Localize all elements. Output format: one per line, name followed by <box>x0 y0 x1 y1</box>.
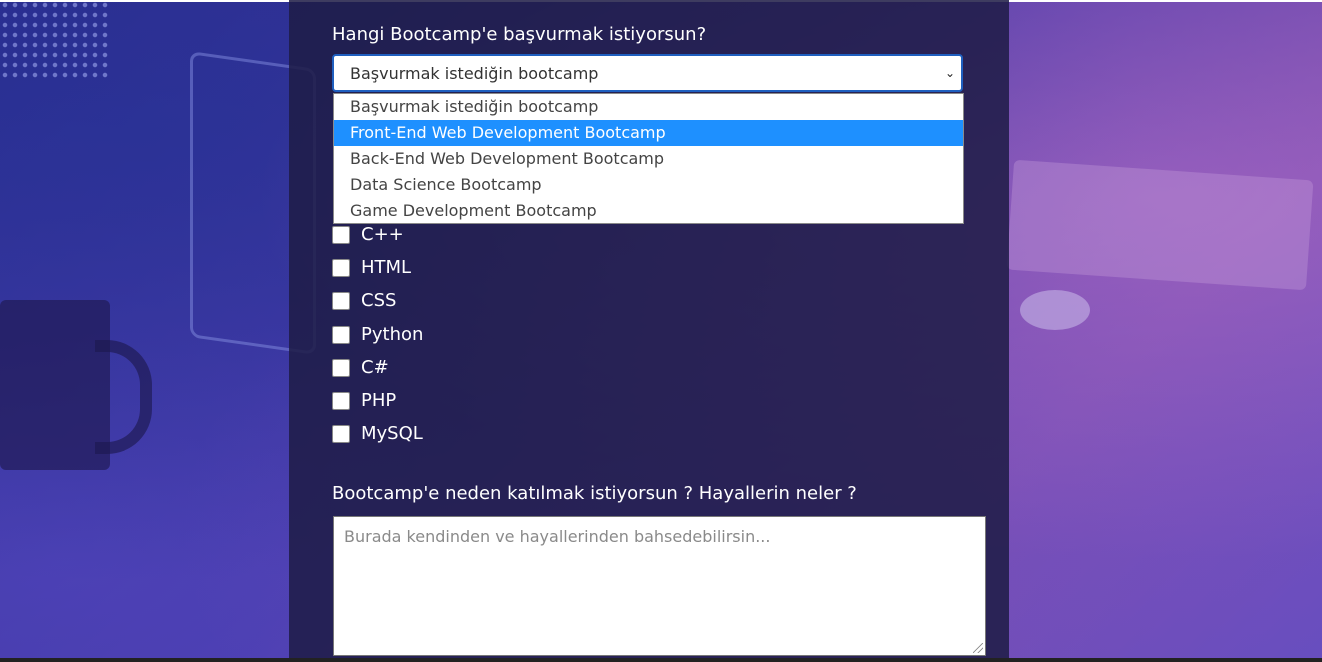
bootcamp-select[interactable]: Başvurmak istediğin bootcamp ⌄ <box>332 54 963 92</box>
checkbox[interactable] <box>332 258 350 277</box>
bootcamp-question-label: Hangi Bootcamp'e başvurmak istiyorsun? <box>332 24 707 45</box>
dropdown-option[interactable]: Başvurmak istediğin bootcamp <box>334 94 963 120</box>
bootcamp-select-value: Başvurmak istediğin bootcamp <box>350 63 599 83</box>
checkbox-label: PHP <box>361 390 397 411</box>
language-checkbox-row[interactable]: Python <box>332 324 423 345</box>
checkbox[interactable] <box>332 291 350 310</box>
checkbox[interactable] <box>332 358 350 377</box>
dropdown-option[interactable]: Data Science Bootcamp <box>334 172 963 198</box>
dropdown-option[interactable]: Back-End Web Development Bootcamp <box>334 146 963 172</box>
language-checkbox-row[interactable]: C++ <box>332 224 404 245</box>
bootcamp-dropdown-list: Başvurmak istediğin bootcamp Front-End W… <box>333 93 964 224</box>
checkbox[interactable] <box>332 424 350 443</box>
language-checkbox-row[interactable]: CSS <box>332 290 396 311</box>
mug-illustration <box>0 300 110 470</box>
checkbox-label: Python <box>361 324 424 345</box>
checkbox[interactable] <box>332 225 350 244</box>
notebook-illustration <box>1006 159 1314 291</box>
bottom-edge <box>0 658 1322 662</box>
checkbox-label: HTML <box>361 257 412 278</box>
why-question-label: Bootcamp'e neden katılmak istiyorsun ? H… <box>332 483 857 504</box>
checkbox[interactable] <box>332 391 350 410</box>
checkbox[interactable] <box>332 325 350 344</box>
why-textarea[interactable]: Burada kendinden ve hayallerinden bahsed… <box>333 516 986 656</box>
language-checkbox-row[interactable]: MySQL <box>332 423 423 444</box>
checkbox-label: C# <box>361 357 389 378</box>
dropdown-option-highlighted[interactable]: Front-End Web Development Bootcamp <box>334 120 963 146</box>
language-checkbox-row[interactable]: PHP <box>332 390 396 411</box>
dropdown-option[interactable]: Game Development Bootcamp <box>334 198 963 224</box>
checkbox-label: CSS <box>361 290 397 311</box>
resize-grip-icon[interactable] <box>973 643 983 653</box>
decorative-dots <box>0 0 110 80</box>
mug-handle-illustration <box>95 340 152 454</box>
language-checkbox-row[interactable]: HTML <box>332 257 411 278</box>
mouse-illustration <box>1020 290 1090 330</box>
checkbox-label: MySQL <box>361 423 423 444</box>
why-textarea-placeholder: Burada kendinden ve hayallerinden bahsed… <box>344 527 771 546</box>
language-checkbox-row[interactable]: C# <box>332 357 389 378</box>
checkbox-label: C++ <box>361 224 404 245</box>
chevron-down-icon: ⌄ <box>944 66 955 80</box>
